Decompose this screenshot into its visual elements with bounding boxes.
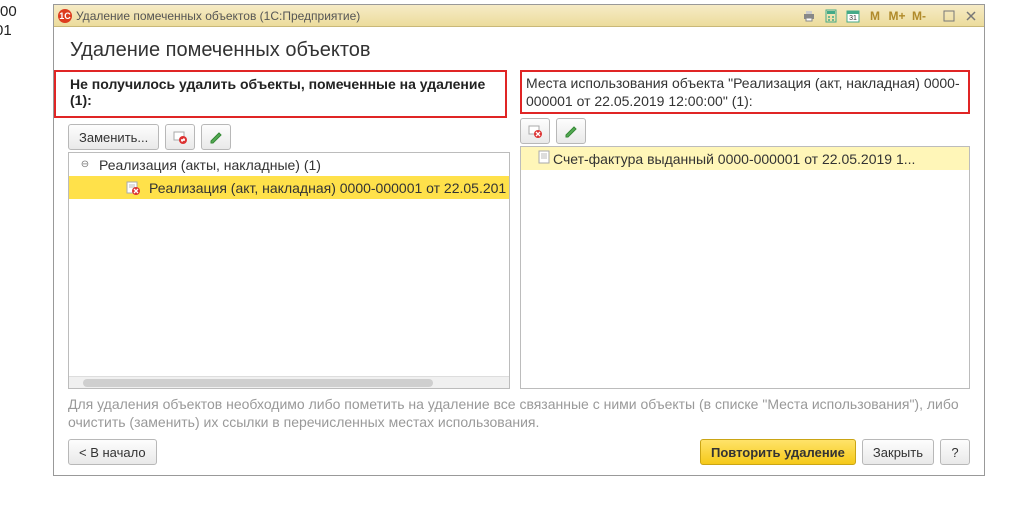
doc-icon [537,149,553,168]
left-list[interactable]: ⊖ Реализация (акты, накладные) (1) Реали… [68,152,510,389]
memory-mminus-button[interactable]: M- [910,8,928,24]
close-button[interactable]: Закрыть [862,439,934,465]
usage-header-box: Места использования объекта "Реализация … [520,70,970,114]
edit-button[interactable] [201,124,231,150]
right-toolbar [520,118,970,144]
hint-text: Для удаления объектов необходимо либо по… [68,395,970,431]
page-title: Удаление помеченных объектов [70,39,968,62]
tree-group-row[interactable]: ⊖ Реализация (акты, накладные) (1) [69,153,509,176]
doc-delete-icon [125,180,141,196]
calendar-icon[interactable]: 31 [844,8,862,24]
scrollbar-thumb[interactable] [83,379,433,387]
left-toolbar: Заменить... [68,124,510,150]
usage-item-row[interactable]: Счет-фактура выданный 0000-000001 от 22.… [521,147,969,170]
background-text: 0-0000 00001 [0,2,17,40]
svg-text:31: 31 [849,15,857,22]
titlebar: 1C Удаление помеченных объектов (1С:Пред… [54,5,984,27]
close-icon[interactable] [962,8,980,24]
retry-delete-button[interactable]: Повторить удаление [700,439,856,465]
usage-header: Места использования объекта "Реализация … [526,74,964,110]
tree-item-row[interactable]: Реализация (акт, накладная) 0000-000001 … [69,176,509,199]
dialog-window: 1C Удаление помеченных объектов (1С:Пред… [53,4,985,476]
collapse-icon[interactable]: ⊖ [79,159,91,170]
help-button[interactable]: ? [940,439,970,465]
horizontal-scrollbar[interactable] [69,376,509,388]
edit-button-right[interactable] [556,118,586,144]
replace-button[interactable]: Заменить... [68,124,159,150]
memory-m-button[interactable]: M [866,8,884,24]
back-button[interactable]: < В начало [68,439,157,465]
calc-icon[interactable] [822,8,840,24]
footer: < В начало Повторить удаление Закрыть ? [68,439,970,465]
delete-mark-button-right[interactable] [520,118,550,144]
print-icon[interactable] [800,8,818,24]
usage-item-label: Счет-фактура выданный 0000-000001 от 22.… [553,151,915,167]
minimize-icon[interactable] [940,8,958,24]
delete-mark-button[interactable] [165,124,195,150]
window-title: Удаление помеченных объектов (1С:Предпри… [76,9,796,23]
app-icon: 1C [58,9,72,23]
warning-text: Не получилось удалить объекты, помеченны… [66,74,503,112]
memory-mplus-button[interactable]: M+ [888,8,906,24]
tree-group-label: Реализация (акты, накладные) (1) [99,157,321,173]
right-list[interactable]: Счет-фактура выданный 0000-000001 от 22.… [520,146,970,389]
warning-box: Не получилось удалить объекты, помеченны… [54,70,507,118]
tree-item-label: Реализация (акт, накладная) 0000-000001 … [149,180,506,196]
